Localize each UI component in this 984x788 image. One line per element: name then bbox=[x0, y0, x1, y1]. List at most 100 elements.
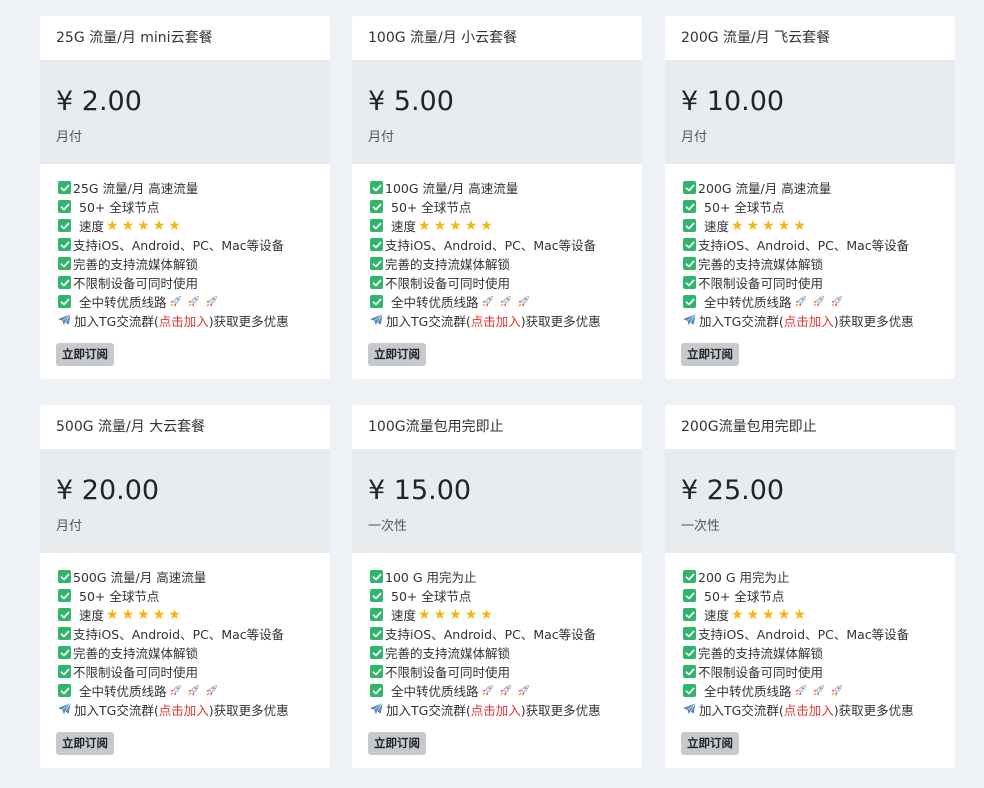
check-box-icon bbox=[58, 589, 71, 602]
feature-devices: 支持iOS、Android、PC、Mac等设备 bbox=[370, 235, 642, 254]
tg-group-row: 加入TG交流群(点击加入)获取更多优惠 bbox=[683, 311, 955, 330]
check-box-icon bbox=[683, 570, 696, 583]
star-icon: ★ bbox=[480, 217, 493, 234]
check-box-icon bbox=[58, 665, 71, 678]
tg-join-link[interactable]: 点击加入 bbox=[784, 311, 834, 330]
rocket-icon bbox=[812, 295, 825, 308]
tg-join-link[interactable]: 点击加入 bbox=[471, 311, 521, 330]
feature-text: 不限制设备可同时使用 bbox=[385, 665, 511, 680]
star-icon: ★ bbox=[137, 606, 150, 623]
feature-relay: 全中转优质线路 bbox=[58, 681, 330, 700]
feature-text: 50+ 全球节点 bbox=[79, 589, 160, 604]
check-box-icon bbox=[683, 608, 696, 621]
subscribe-button[interactable]: 立即订阅 bbox=[56, 732, 114, 755]
tg-text-pre: 加入TG交流群( bbox=[74, 703, 159, 718]
feature-text: 支持iOS、Android、PC、Mac等设备 bbox=[73, 238, 285, 253]
tg-text-pre: 加入TG交流群( bbox=[386, 314, 471, 329]
star-icon: ★ bbox=[777, 606, 791, 623]
tg-text-pre: 加入TG交流群( bbox=[74, 314, 159, 329]
billing-period: 月付 bbox=[56, 519, 83, 534]
check-box-icon bbox=[683, 684, 696, 697]
feature-unlimited: 不限制设备可同时使用 bbox=[683, 273, 955, 292]
plan-price: ¥ 10.00 bbox=[681, 86, 785, 117]
rocket-icon bbox=[169, 295, 182, 308]
check-box-icon bbox=[58, 276, 71, 289]
plan-card: 100G 流量/月 小云套餐 ¥ 5.00 月付 100G 流量/月 高速流量 … bbox=[352, 16, 642, 379]
tg-text-pre: 加入TG交流群( bbox=[699, 314, 784, 329]
feature-text: 完善的支持流媒体解锁 bbox=[73, 257, 199, 272]
check-box-icon bbox=[58, 257, 71, 270]
feature-unlimited: 不限制设备可同时使用 bbox=[370, 662, 642, 681]
speed-stars: ★ ★ ★ ★ ★ bbox=[731, 219, 809, 233]
star-icon: ★ bbox=[168, 606, 181, 623]
check-box-icon bbox=[370, 200, 383, 213]
tg-text-post: )获取更多优惠 bbox=[520, 703, 601, 718]
tg-join-link[interactable]: 点击加入 bbox=[159, 700, 209, 719]
plan-price: ¥ 20.00 bbox=[56, 475, 160, 506]
feature-text: 速度 bbox=[79, 608, 105, 623]
feature-devices: 支持iOS、Android、PC、Mac等设备 bbox=[683, 235, 955, 254]
feature-nodes: 50+ 全球节点 bbox=[683, 586, 955, 605]
feature-text: 速度 bbox=[391, 608, 417, 623]
subscribe-button[interactable]: 立即订阅 bbox=[56, 343, 114, 366]
feature-devices: 支持iOS、Android、PC、Mac等设备 bbox=[58, 235, 330, 254]
feature-streaming: 完善的支持流媒体解锁 bbox=[370, 643, 642, 662]
rocket-icon bbox=[830, 684, 843, 697]
feature-text: 速度 bbox=[704, 219, 730, 234]
feature-text: 200G 流量/月 高速流量 bbox=[698, 181, 832, 196]
check-box-icon bbox=[683, 276, 696, 289]
tg-join-link[interactable]: 点击加入 bbox=[784, 700, 834, 719]
feature-relay: 全中转优质线路 bbox=[370, 292, 642, 311]
relay-rockets bbox=[794, 295, 848, 308]
feature-text: 不限制设备可同时使用 bbox=[73, 665, 199, 680]
feature-text: 全中转优质线路 bbox=[391, 295, 479, 310]
speed-stars: ★ ★ ★ ★ ★ bbox=[418, 608, 496, 622]
price-box: ¥ 2.00 月付 bbox=[40, 60, 330, 164]
check-box-icon bbox=[683, 665, 696, 678]
rocket-icon bbox=[499, 295, 512, 308]
check-box-icon bbox=[370, 276, 383, 289]
price-box: ¥ 20.00 月付 bbox=[40, 449, 330, 553]
rocket-icon bbox=[205, 295, 218, 308]
feature-traffic: 100G 流量/月 高速流量 bbox=[370, 178, 642, 197]
star-icon: ★ bbox=[777, 217, 791, 234]
relay-rockets bbox=[481, 295, 535, 308]
feature-text: 速度 bbox=[704, 608, 730, 623]
feature-text: 完善的支持流媒体解锁 bbox=[73, 646, 199, 661]
rocket-icon bbox=[205, 684, 218, 697]
subscribe-button[interactable]: 立即订阅 bbox=[681, 343, 739, 366]
check-box-icon bbox=[683, 295, 696, 308]
airplane-icon bbox=[58, 314, 71, 327]
feature-text: 不限制设备可同时使用 bbox=[73, 276, 199, 291]
star-icon: ★ bbox=[418, 606, 431, 623]
plan-title: 25G 流量/月 mini云套餐 bbox=[56, 30, 213, 46]
feature-speed: 速度 ★ ★ ★ ★ ★ bbox=[370, 605, 642, 624]
feature-streaming: 完善的支持流媒体解锁 bbox=[370, 254, 642, 273]
check-box-icon bbox=[683, 181, 696, 194]
subscribe-button[interactable]: 立即订阅 bbox=[368, 732, 426, 755]
plan-card: 200G流量包用完即止 ¥ 25.00 一次性 200 G 用完为止 50+ 全… bbox=[665, 405, 955, 768]
subscribe-button[interactable]: 立即订阅 bbox=[681, 732, 739, 755]
feature-traffic: 100 G 用完为止 bbox=[370, 567, 642, 586]
feature-speed: 速度 ★ ★ ★ ★ ★ bbox=[683, 605, 955, 624]
feature-text: 全中转优质线路 bbox=[79, 684, 167, 699]
feature-traffic: 200G 流量/月 高速流量 bbox=[683, 178, 955, 197]
feature-text: 全中转优质线路 bbox=[79, 295, 167, 310]
star-icon: ★ bbox=[137, 217, 150, 234]
subscribe-button[interactable]: 立即订阅 bbox=[368, 343, 426, 366]
feature-nodes: 50+ 全球节点 bbox=[58, 586, 330, 605]
feature-list: 100G 流量/月 高速流量 50+ 全球节点 速度 ★ ★ ★ ★ ★ 支持iOS、An… bbox=[352, 164, 642, 330]
rocket-icon bbox=[481, 684, 494, 697]
feature-unlimited: 不限制设备可同时使用 bbox=[370, 273, 642, 292]
tg-text-pre: 加入TG交流群( bbox=[699, 703, 784, 718]
tg-join-link[interactable]: 点击加入 bbox=[471, 700, 521, 719]
feature-list: 100 G 用完为止 50+ 全球节点 速度 ★ ★ ★ ★ ★ 支持iOS、Androi… bbox=[352, 553, 642, 719]
price-box: ¥ 15.00 一次性 bbox=[352, 449, 642, 553]
tg-text-post: )获取更多优惠 bbox=[833, 314, 914, 329]
check-box-icon bbox=[58, 684, 71, 697]
feature-list: 500G 流量/月 高速流量 50+ 全球节点 速度 ★ ★ ★ ★ ★ 支持iOS、An… bbox=[40, 553, 330, 719]
tg-join-link[interactable]: 点击加入 bbox=[159, 311, 209, 330]
star-icon: ★ bbox=[433, 606, 447, 623]
plan-title: 200G 流量/月 飞云套餐 bbox=[681, 30, 831, 46]
rocket-icon bbox=[830, 295, 843, 308]
